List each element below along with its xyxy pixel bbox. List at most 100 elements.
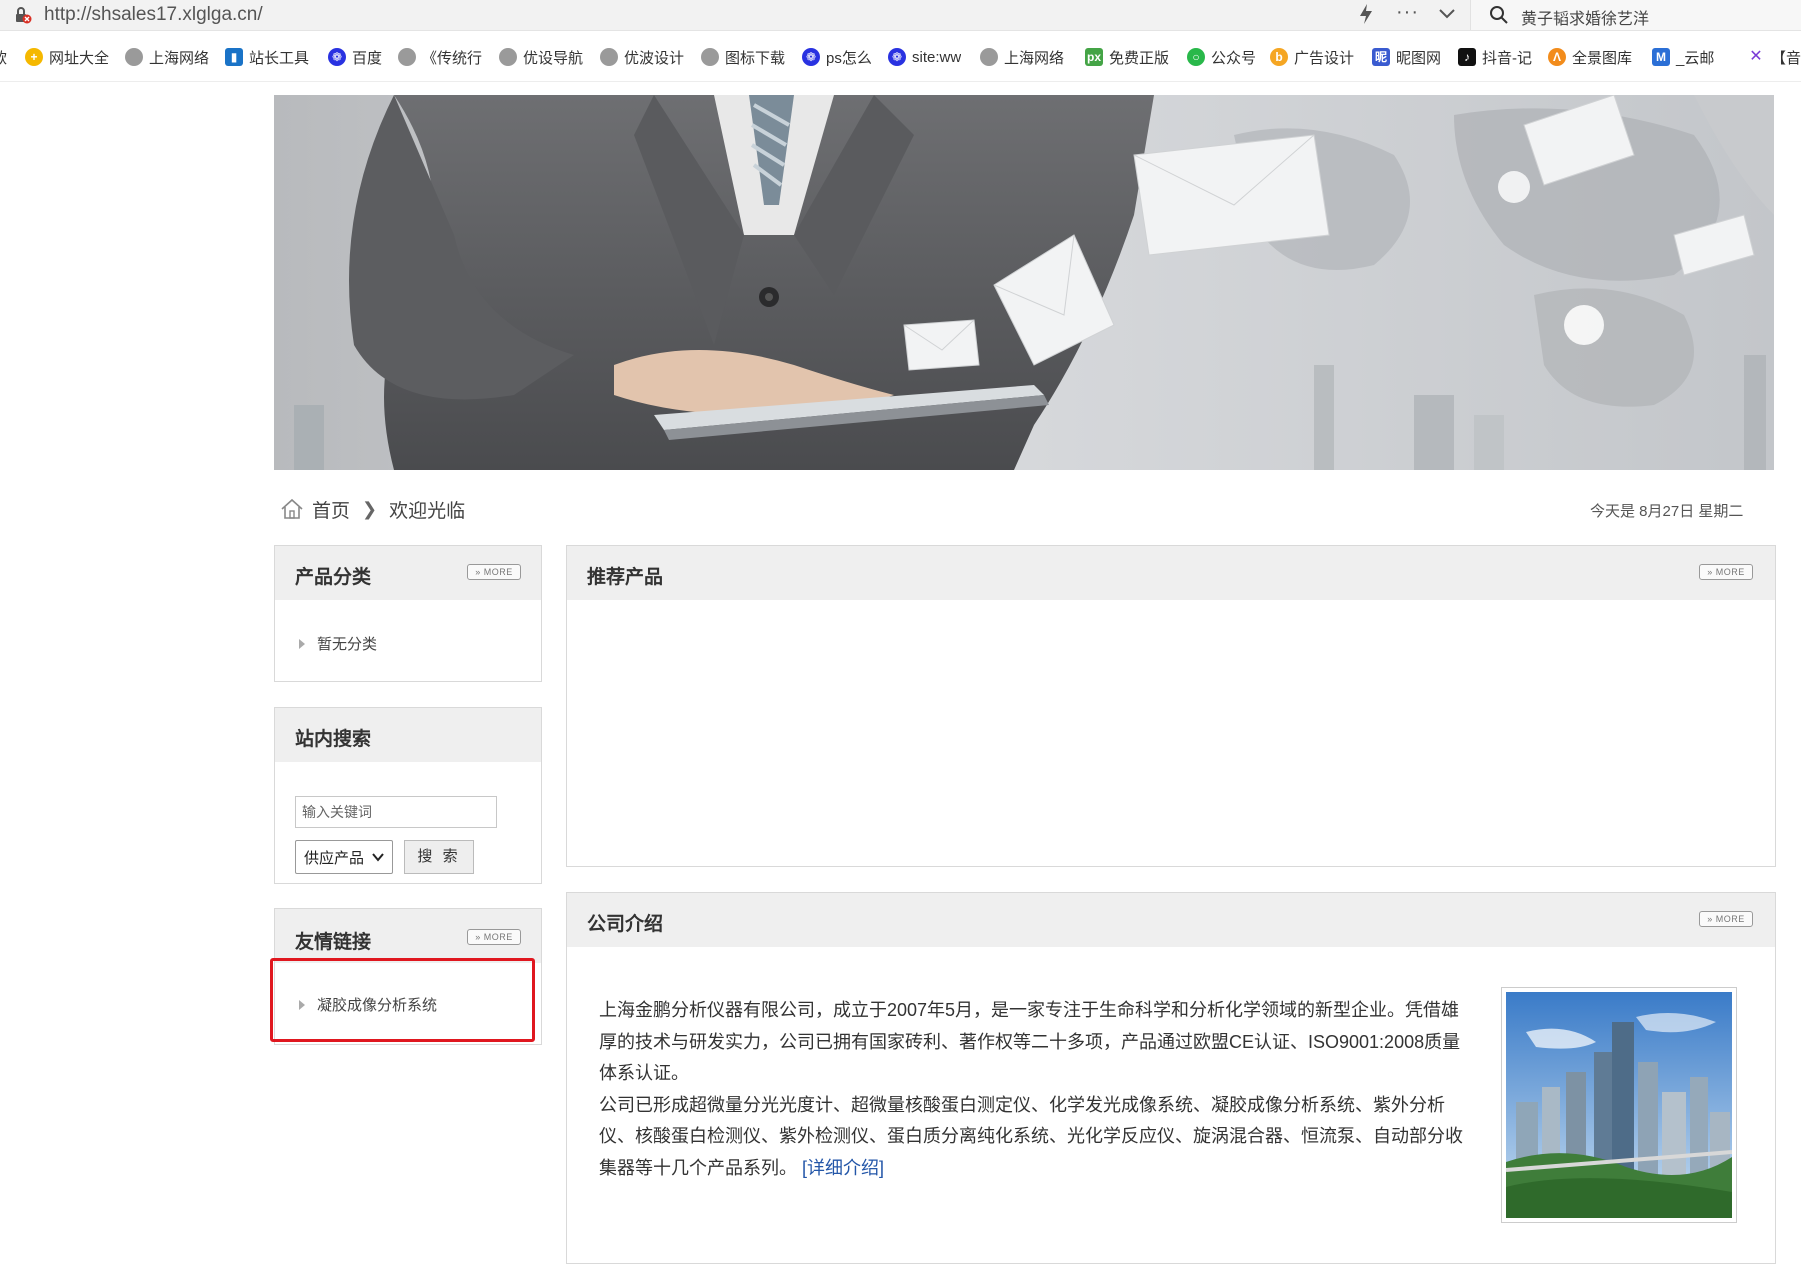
globe-icon [499,48,517,66]
paw-icon: ❁ [888,48,906,66]
px-icon: px [1085,48,1103,66]
intro-paragraph-text: 公司已形成超微量分光光度计、超微量核酸蛋白测定仪、化学发光成像系统、凝胶成像分析… [599,1094,1463,1178]
nipic-icon: 昵 [1372,48,1390,66]
chevron-down-icon [372,853,384,862]
wechat-icon: ○ [1187,48,1205,66]
lightning-icon[interactable] [1357,3,1375,31]
globe-icon [980,48,998,66]
plus-icon: + [25,48,43,66]
bookmark-label: 免费正版 [1109,49,1170,67]
panel-header: 推荐产品 » MORE [567,546,1775,600]
paw-icon: ❁ [802,48,820,66]
bookmark-item[interactable]: ▮ 站长工具 [225,46,309,68]
x-icon: ✕ [1749,48,1763,65]
search-input[interactable] [295,796,497,828]
search-button[interactable]: 搜 索 [404,840,474,874]
chart-icon: ▮ [225,48,243,66]
intro-paragraph: 上海金鹏分析仪器有限公司，成立于2007年5月，是一家专注于生命科学和分析化学领… [599,1000,1461,1083]
bookmark-label: 抖音-记 [1482,49,1532,67]
bookmark-item[interactable]: 上海网络 [125,46,209,68]
b-icon: b [1270,48,1288,66]
bookmark-item[interactable]: ❁ ps怎么 [802,46,872,68]
bookmark-item[interactable]: b 广告设计 [1270,46,1354,68]
bookmark-item[interactable]: 优设导航 [499,46,583,68]
intro-paragraph: 公司已形成超微量分光光度计、超微量核酸蛋白测定仪、化学发光成像系统、凝胶成像分析… [599,1090,1477,1185]
bookmark-label: 【音律 [1771,49,1801,67]
bookmark-label: 《传统行 [422,49,483,67]
city-skyline-image [1505,992,1733,1218]
bookmark-label: _云邮 [1676,49,1715,67]
bookmark-item[interactable]: 上海网络 [980,46,1064,68]
address-bar: http://shsales17.xlglga.cn/ ··· 黄子韬求婚徐艺洋 [0,0,1801,31]
company-intro-title: 公司介绍 [587,914,664,935]
chevron-down-icon[interactable] [1438,3,1456,31]
browser-search-box[interactable]: 黄子韬求婚徐艺洋 [1470,0,1801,30]
bookmark-label: 百度 [352,49,383,67]
bookmark-label: 优波设计 [624,49,685,67]
search-type-select[interactable]: 供应产品 [295,840,393,874]
paw-icon: ❁ [328,48,346,66]
site-search-panel: 站内搜索 供应产品 搜 索 [274,707,542,884]
bookmark-item[interactable]: 昵昵图网 [1372,46,1441,68]
bookmark-item[interactable]: ❁ site:ww [888,46,961,68]
businessman-banner-image [274,95,1774,470]
bookmark-item[interactable]: ○ 公众号 [1187,46,1256,68]
date-text: 今天是 8月27日 星期二 [1590,503,1744,520]
panel-header: 产品分类 » MORE [275,546,541,600]
bookmark-item[interactable]: M _云邮 [1652,46,1714,68]
bookmark-label: 优设导航 [523,49,584,67]
bookmark-label: 图标下载 [725,49,786,67]
bookmark-label: 广告设计 [1294,49,1355,67]
bookmark-item[interactable]: ✕ 【音律 [1747,46,1801,68]
search-type-value: 供应产品 [304,849,365,867]
quanjing-icon: Λ [1548,48,1566,66]
breadcrumb-home-link[interactable]: 首页 [312,496,350,523]
company-intro-text: 上海金鹏分析仪器有限公司，成立于2007年5月，是一家专注于生命科学和分析化学领… [599,995,1477,1184]
hero-banner [274,95,1774,470]
globe-icon [398,48,416,66]
mail-icon: M [1652,48,1670,66]
panel-header: 友情链接 » MORE [275,909,541,963]
detail-link[interactable]: [详细介绍] [802,1158,884,1178]
friend-links-title: 友情链接 [295,932,372,953]
url-field[interactable]: http://shsales17.xlglga.cn/ [44,3,263,27]
category-item-label: 暂无分类 [317,636,378,653]
triangle-bullet-icon [299,638,305,649]
company-photo [1501,987,1737,1223]
home-icon[interactable] [280,498,304,520]
bookmarks-bar: 款 + 网址大全 上海网络 ▮ 站长工具 ❁ 百度 《传统行 优设导航 优波设计 图标下载 ❁ ps怎么… [0,31,1801,82]
bookmark-label: ps怎么 [826,49,872,67]
browser-search-text: 黄子韬求婚徐艺洋 [1521,11,1650,28]
bookmark-label: 上海网络 [1004,49,1065,67]
more-button[interactable]: » MORE [1699,564,1753,580]
globe-icon [701,48,719,66]
bookmark-item[interactable]: ♪ 抖音-记 [1458,46,1532,68]
chevron-right-icon: ❯ [362,498,378,519]
bookmark-label: 全景图库 [1572,49,1633,67]
more-button[interactable]: » MORE [467,929,521,945]
bookmark-label: 公众号 [1211,49,1257,67]
bookmark-label: 昵图网 [1396,49,1442,67]
recommended-title: 推荐产品 [587,567,664,588]
product-category-panel: 产品分类 » MORE 暂无分类 [274,545,542,682]
bookmark-item[interactable]: px 免费正版 [1085,46,1169,68]
breadcrumb: 首页 ❯ 欢迎光临 [280,496,465,522]
bookmark-item[interactable]: 优波设计 [600,46,684,68]
panel-header: 站内搜索 [275,708,541,762]
recommended-products-panel: 推荐产品 » MORE [566,545,1776,867]
breadcrumb-current: 欢迎光临 [389,500,466,522]
bookmark-partial[interactable]: 款 [0,46,7,68]
globe-icon [600,48,618,66]
more-button[interactable]: » MORE [467,564,521,580]
product-category-title: 产品分类 [295,567,372,588]
bookmark-item[interactable]: 《传统行 [398,46,482,68]
bookmark-item[interactable]: Λ 全景图库 [1548,46,1632,68]
more-button[interactable]: » MORE [1699,911,1753,927]
bookmark-item[interactable]: 图标下载 [701,46,785,68]
more-options-icon[interactable]: ··· [1396,0,1419,24]
insecure-lock-icon[interactable] [14,6,32,24]
globe-icon [125,48,143,66]
bookmark-item[interactable]: ❁ 百度 [328,46,382,68]
bookmark-item[interactable]: + 网址大全 [25,46,109,68]
list-item[interactable]: 暂无分类 [299,633,377,654]
